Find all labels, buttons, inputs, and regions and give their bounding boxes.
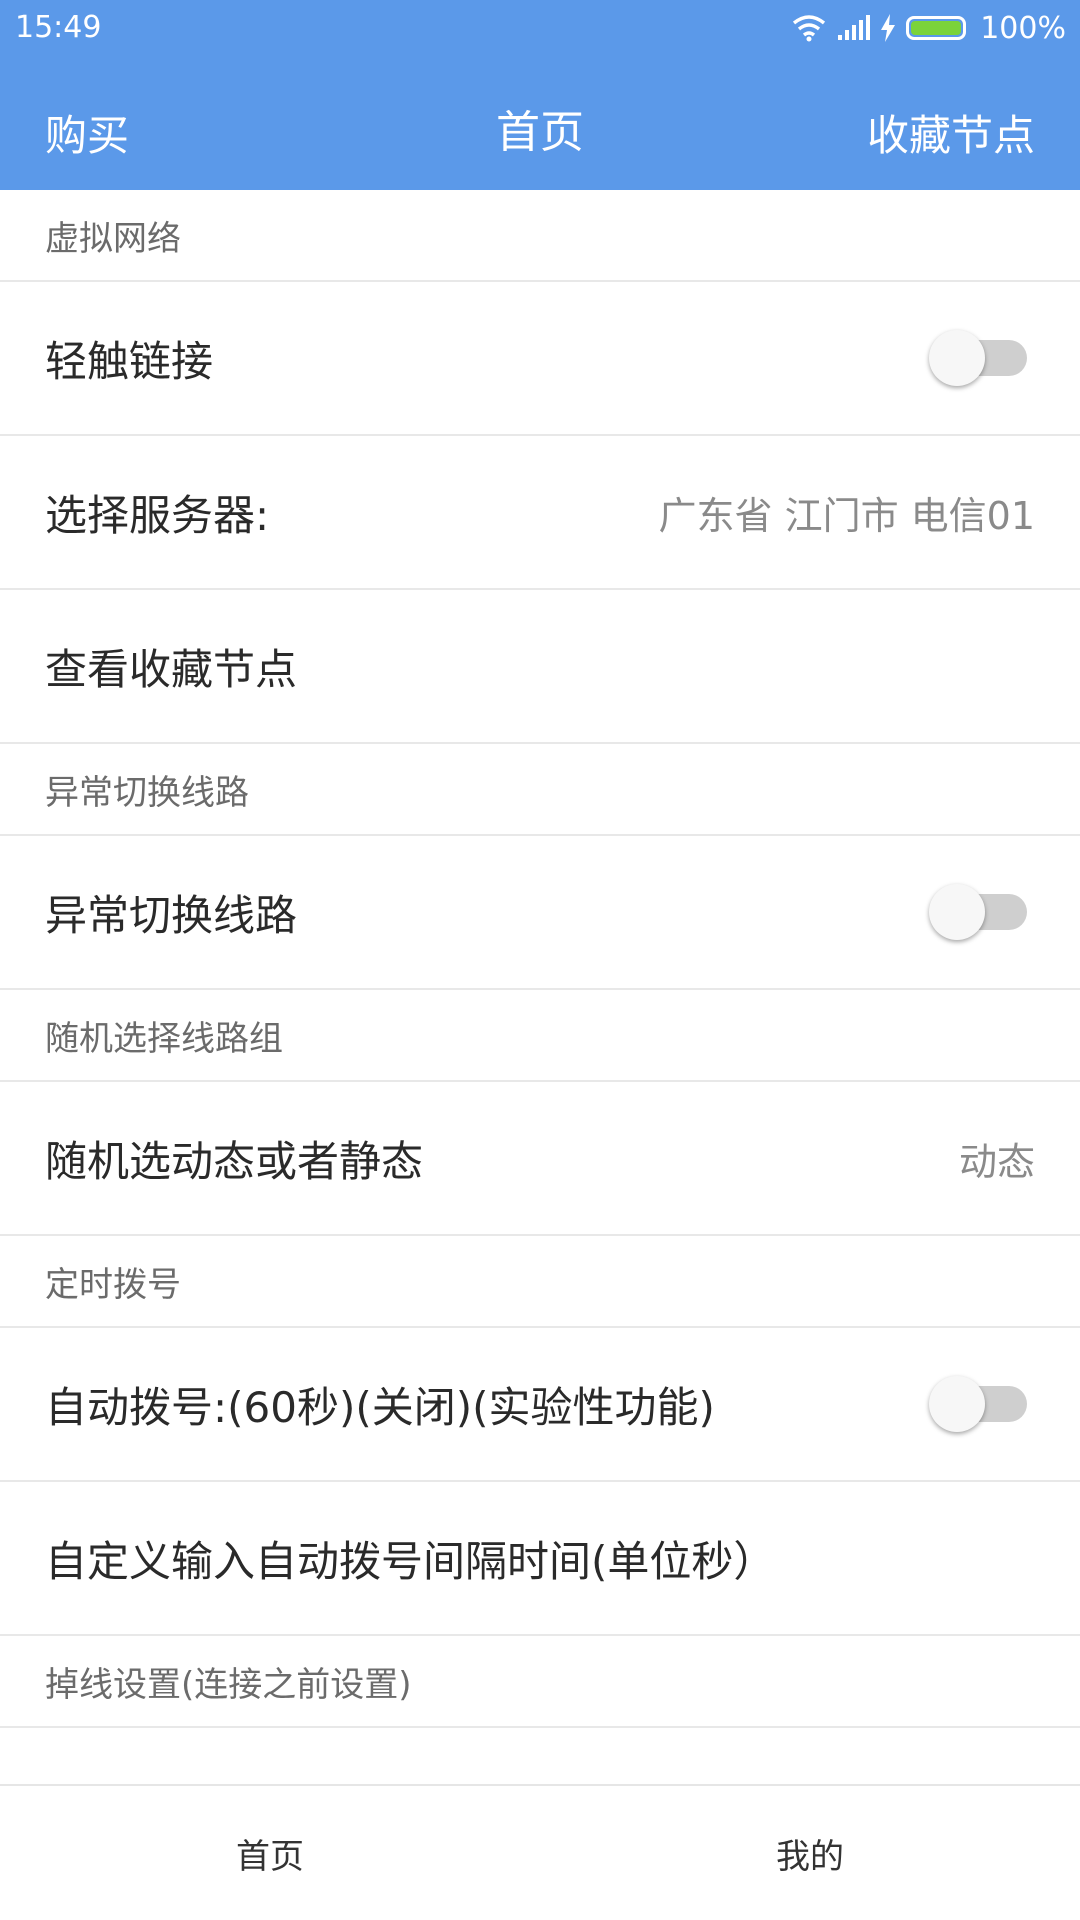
title-bar: 购买 首页 收藏节点 [0, 90, 1080, 170]
failover-label: 异常切换线路 [45, 890, 298, 940]
touch-connect-row[interactable]: 轻触链接 [0, 282, 1080, 436]
custom-interval-label: 自定义输入自动拨号间隔时间(单位秒） [45, 1536, 776, 1586]
view-favorites-row[interactable]: 查看收藏节点 [0, 590, 1080, 744]
bottom-nav: 首页 我的 [0, 1784, 1080, 1920]
section-header-disconnect: 掉线设置(连接之前设置) [0, 1636, 1080, 1728]
select-server-value: 广东省 江门市 电信01 [658, 493, 1035, 538]
view-favorites-label: 查看收藏节点 [45, 644, 298, 694]
select-server-label: 选择服务器: [45, 490, 270, 540]
select-server-row[interactable]: 选择服务器: 广东省 江门市 电信01 [0, 436, 1080, 590]
charging-icon [880, 14, 896, 42]
app-header: 15:49 100% 购买 首页 收藏节点 [0, 0, 1080, 190]
signal-icon [836, 15, 871, 41]
toggle-knob [929, 884, 985, 940]
battery-icon [906, 16, 967, 40]
status-icons: 100% [792, 10, 1066, 46]
toggle-knob [929, 330, 985, 386]
battery-fill [911, 21, 962, 35]
favorite-nodes-button[interactable]: 收藏节点 [867, 102, 1035, 163]
nav-home[interactable]: 首页 [0, 1786, 540, 1920]
random-select-row[interactable]: 随机选动态或者静态 动态 [0, 1082, 1080, 1236]
status-bar: 15:49 100% [0, 0, 1080, 56]
touch-connect-toggle[interactable] [929, 328, 1035, 388]
nav-mine[interactable]: 我的 [540, 1786, 1080, 1920]
failover-row[interactable]: 异常切换线路 [0, 836, 1080, 990]
section-header-failover: 异常切换线路 [0, 744, 1080, 836]
touch-connect-label: 轻触链接 [45, 336, 214, 386]
random-select-label: 随机选动态或者静态 [45, 1136, 424, 1186]
settings-list: 虚拟网络 轻触链接 选择服务器: 广东省 江门市 电信01 查看收藏节点 异常切… [0, 190, 1080, 1728]
custom-interval-row[interactable]: 自定义输入自动拨号间隔时间(单位秒） [0, 1482, 1080, 1636]
status-time: 15:49 [15, 10, 102, 45]
random-select-value: 动态 [958, 1139, 1035, 1184]
page-title: 首页 [496, 107, 584, 158]
section-header-timed-dial: 定时拨号 [0, 1236, 1080, 1328]
auto-dial-toggle[interactable] [929, 1374, 1035, 1434]
section-header-virtual-network: 虚拟网络 [0, 190, 1080, 282]
auto-dial-row[interactable]: 自动拨号:(60秒)(关闭)(实验性功能) [0, 1328, 1080, 1482]
wifi-icon [792, 14, 826, 42]
section-header-random-group: 随机选择线路组 [0, 990, 1080, 1082]
failover-toggle[interactable] [929, 882, 1035, 942]
toggle-knob [929, 1376, 985, 1432]
battery-percent: 100% [980, 10, 1066, 46]
auto-dial-label: 自动拨号:(60秒)(关闭)(实验性功能) [45, 1382, 715, 1432]
